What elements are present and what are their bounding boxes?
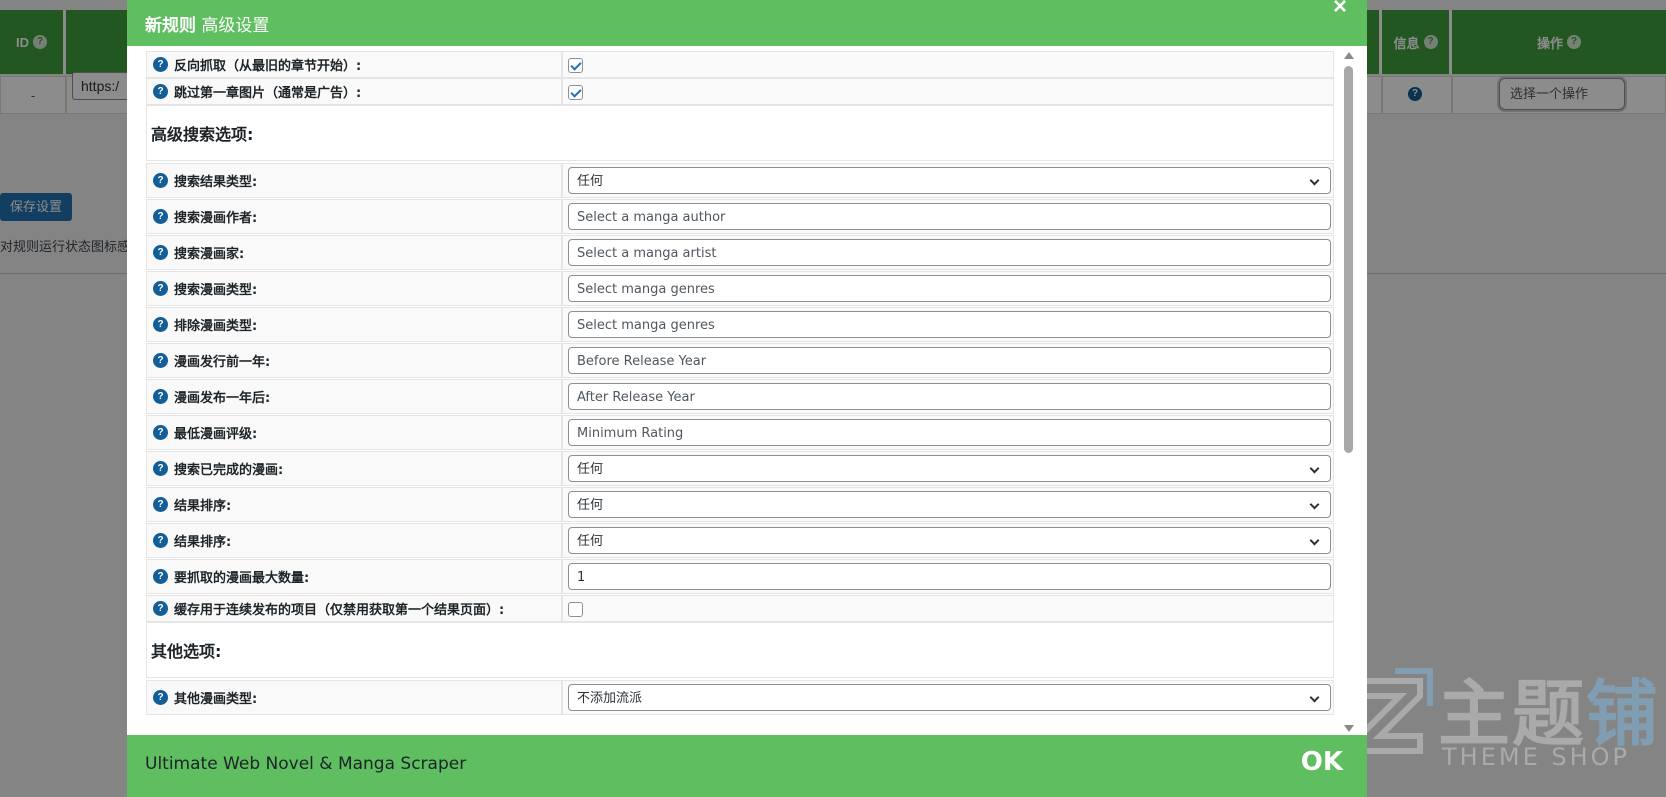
setting-row-author: ? 搜索漫画作者: Select a manga author (146, 199, 1334, 234)
completed-select[interactable]: 任何 (568, 455, 1331, 482)
setting-row-sort-2: ? 结果排序: 任何 (146, 523, 1334, 558)
modal-title: 新规则 高级设置 (145, 16, 270, 36)
setting-row-cache: ? 缓存用于连续发布的项目（仅禁用获取第一个结果页面）: (146, 595, 1334, 622)
advanced-settings-modal: 新规则 高级设置 × ? 反向抓取（从最旧的章节开始）: ? 跳过第一章图片（通常是… (127, 0, 1367, 797)
help-icon[interactable]: ? (153, 209, 168, 224)
help-icon[interactable]: ? (153, 353, 168, 368)
author-input[interactable]: Select a manga author (568, 203, 1331, 230)
help-icon[interactable]: ? (153, 84, 168, 99)
exclude-genres-input[interactable]: Select manga genres (568, 311, 1331, 338)
reverse-checkbox[interactable] (568, 58, 583, 73)
modal-scrollbar[interactable] (1343, 52, 1355, 732)
close-icon[interactable]: × (1333, 0, 1347, 19)
after-year-input[interactable]: After Release Year (568, 383, 1331, 410)
chevron-down-icon (1309, 463, 1320, 474)
ok-button[interactable]: OK (1301, 747, 1343, 777)
watermark-subtext: THEME SHOP (1442, 743, 1631, 771)
section-other-options: 其他选项: (146, 622, 1334, 678)
setting-row-other-type: ? 其他漫画类型: 不添加流派 (146, 680, 1334, 715)
setting-row-artist: ? 搜索漫画家: Select a manga artist (146, 235, 1334, 270)
setting-row-exclude-genres: ? 排除漫画类型: Select manga genres (146, 307, 1334, 342)
setting-row-genres: ? 搜索漫画类型: Select manga genres (146, 271, 1334, 306)
setting-row-after-year: ? 漫画发布一年后: After Release Year (146, 379, 1334, 414)
setting-row-min-rating: ? 最低漫画评级: Minimum Rating (146, 415, 1334, 450)
help-icon[interactable]: ? (153, 461, 168, 476)
sort-select-1[interactable]: 任何 (568, 491, 1331, 518)
scrollbar-thumb[interactable] (1344, 66, 1353, 453)
setting-row-result-type: ? 搜索结果类型: 任何 (146, 163, 1334, 198)
setting-row-before-year: ? 漫画发行前一年: Before Release Year (146, 343, 1334, 378)
help-icon[interactable]: ? (153, 281, 168, 296)
help-icon[interactable]: ? (153, 389, 168, 404)
help-icon[interactable]: ? (153, 690, 168, 705)
help-icon[interactable]: ? (153, 569, 168, 584)
chevron-down-icon (1309, 535, 1320, 546)
chevron-down-icon (1309, 692, 1320, 703)
scroll-up-icon[interactable] (1344, 52, 1354, 59)
setting-row-max-count: ? 要抓取的漫画最大数量: 1 (146, 559, 1334, 594)
modal-body[interactable]: ? 反向抓取（从最旧的章节开始）: ? 跳过第一章图片（通常是广告）: 高级搜索选项… (127, 46, 1367, 735)
help-icon[interactable]: ? (153, 533, 168, 548)
artist-input[interactable]: Select a manga artist (568, 239, 1331, 266)
result-type-select[interactable]: 任何 (568, 167, 1331, 194)
help-icon[interactable]: ? (153, 425, 168, 440)
modal-footer: Ultimate Web Novel & Manga Scraper OK (127, 735, 1367, 797)
help-icon[interactable]: ? (153, 317, 168, 332)
plugin-name: Ultimate Web Novel & Manga Scraper (145, 754, 467, 774)
help-icon[interactable]: ? (153, 57, 168, 72)
help-icon[interactable]: ? (153, 173, 168, 188)
max-count-input[interactable]: 1 (568, 563, 1331, 590)
setting-row-completed: ? 搜索已完成的漫画: 任何 (146, 451, 1334, 486)
before-year-input[interactable]: Before Release Year (568, 347, 1331, 374)
setting-row-reverse: ? 反向抓取（从最旧的章节开始）: (146, 51, 1334, 78)
skip-first-checkbox[interactable] (568, 85, 583, 100)
chevron-down-icon (1309, 175, 1320, 186)
help-icon[interactable]: ? (153, 245, 168, 260)
help-icon[interactable]: ? (153, 601, 168, 616)
sort-select-2[interactable]: 任何 (568, 527, 1331, 554)
min-rating-input[interactable]: Minimum Rating (568, 419, 1331, 446)
genres-input[interactable]: Select manga genres (568, 275, 1331, 302)
setting-row-skip-first: ? 跳过第一章图片（通常是广告）: (146, 78, 1334, 105)
section-advanced-search: 高级搜索选项: (146, 105, 1334, 161)
cache-checkbox[interactable] (568, 602, 583, 617)
setting-row-sort-1: ? 结果排序: 任何 (146, 487, 1334, 522)
watermark: 主题铺 THEME SHOP (1330, 655, 1666, 785)
other-type-select[interactable]: 不添加流派 (568, 684, 1331, 711)
scroll-down-icon[interactable] (1344, 725, 1354, 732)
modal-header: 新规则 高级设置 × (127, 0, 1367, 46)
chevron-down-icon (1309, 499, 1320, 510)
help-icon[interactable]: ? (153, 497, 168, 512)
